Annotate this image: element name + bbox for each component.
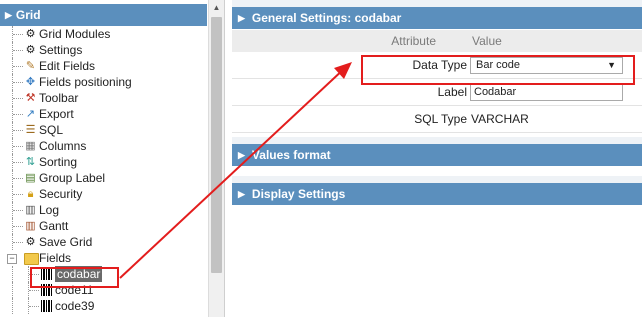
expand-triangle-icon: ▶ xyxy=(238,188,245,199)
row-sql-type: SQL Type VARCHAR xyxy=(232,106,642,133)
tree-item-toolbar[interactable]: ⚒ Toolbar xyxy=(0,90,207,106)
tree-header[interactable]: ▶ Grid xyxy=(0,4,207,26)
top-separator xyxy=(232,0,642,7)
display-settings-header[interactable]: ▶ Display Settings xyxy=(232,183,642,205)
collapse-toggle-icon[interactable]: − xyxy=(7,254,17,264)
barcode-icon xyxy=(40,300,53,313)
tree-item-log[interactable]: ▥ Log xyxy=(0,202,207,218)
general-settings-header[interactable]: ▶ General Settings: codabar xyxy=(232,7,642,29)
tree-item-security[interactable]: 🔒︎ Security xyxy=(0,186,207,202)
sort-icon: ⇅ xyxy=(25,156,36,168)
label-input[interactable]: Codabar xyxy=(470,84,623,101)
expand-triangle-icon: ▶ xyxy=(5,9,12,20)
database-icon: ☰ xyxy=(25,124,36,136)
tree-item-sql[interactable]: ☰ SQL xyxy=(0,122,207,138)
display-settings-title: Display Settings xyxy=(251,187,346,201)
column-value: Value xyxy=(472,34,502,48)
column-attribute: Attribute xyxy=(391,34,436,48)
table-header: Attribute Value xyxy=(232,30,642,52)
export-icon: ↗ xyxy=(25,108,36,120)
tree-panel: ▶ Grid ⚙ Grid Modules ⚙ Settings ✎ Edit … xyxy=(0,0,225,317)
general-settings-title: General Settings: codabar xyxy=(251,11,402,25)
tree-item-fields-positioning[interactable]: ✥ Fields positioning xyxy=(0,74,207,90)
tree-scrollbar[interactable]: ▲ xyxy=(208,0,224,317)
tree-item-save-grid[interactable]: ⚙ Save Grid xyxy=(0,234,207,250)
columns-icon: ▦ xyxy=(25,140,36,152)
move-icon: ✥ xyxy=(25,76,36,88)
pencil-icon: ✎ xyxy=(25,60,36,72)
tree-item-columns[interactable]: ▦ Columns xyxy=(0,138,207,154)
scroll-thumb[interactable] xyxy=(211,17,222,273)
codabar-highlight-box xyxy=(30,267,119,288)
gantt-icon: ▥ xyxy=(25,220,36,232)
label-label: Label xyxy=(437,85,467,99)
values-format-title: Values format xyxy=(251,148,331,162)
tree-item-export[interactable]: ↗ Export xyxy=(0,106,207,122)
tools-icon: ⚒ xyxy=(25,92,36,104)
tree-item-group-label[interactable]: ▤ Group Label xyxy=(0,170,207,186)
tree-item-field-code39[interactable]: code39 xyxy=(0,298,207,314)
group-icon: ▤ xyxy=(25,172,36,184)
sql-type-value: VARCHAR xyxy=(471,112,529,126)
values-format-header[interactable]: ▶ Values format xyxy=(232,144,642,166)
tree-item-fields[interactable]: − Fields xyxy=(0,250,207,266)
tree-item-grid-modules[interactable]: ⚙ Grid Modules xyxy=(0,26,207,42)
tree-item-sorting[interactable]: ⇅ Sorting xyxy=(0,154,207,170)
data-type-highlight-box xyxy=(361,55,635,85)
folder-icon xyxy=(24,252,39,265)
sql-type-label: SQL Type xyxy=(414,112,467,126)
tree-item-settings[interactable]: ⚙ Settings xyxy=(0,42,207,58)
separator xyxy=(232,137,642,144)
separator xyxy=(232,176,642,183)
expand-triangle-icon: ▶ xyxy=(238,149,245,160)
gear-icon: ⚙ xyxy=(25,44,36,56)
tree-item-edit-fields[interactable]: ✎ Edit Fields xyxy=(0,58,207,74)
scroll-up-icon[interactable]: ▲ xyxy=(209,0,224,16)
gear-icon: ⚙ xyxy=(25,236,36,248)
log-icon: ▥ xyxy=(25,204,36,216)
gear-icon: ⚙ xyxy=(25,28,36,40)
tree-title: Grid xyxy=(15,8,41,22)
tree-item-gantt[interactable]: ▥ Gantt xyxy=(0,218,207,234)
lock-icon: 🔒︎ xyxy=(27,188,34,200)
expand-triangle-icon: ▶ xyxy=(238,12,245,23)
